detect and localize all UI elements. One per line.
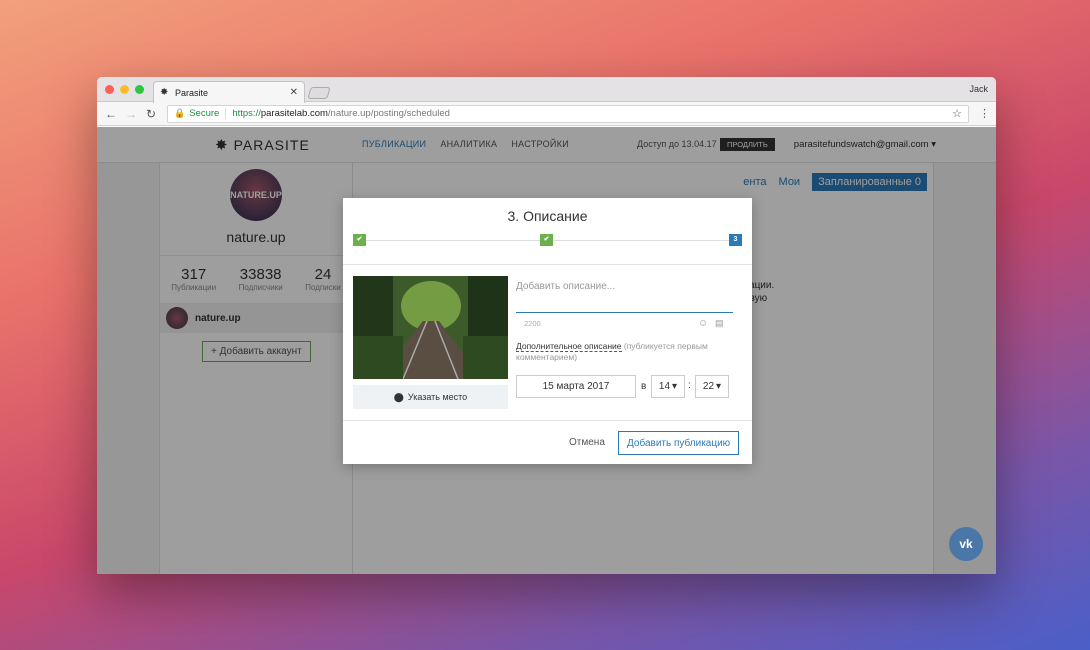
add-location-label: Указать место xyxy=(407,392,468,402)
hour-value: 14 xyxy=(658,381,671,392)
minute-select[interactable]: 22 ▾ xyxy=(695,375,729,398)
add-location-button[interactable]: ⬤ Указать место xyxy=(353,385,508,409)
description-input[interactable] xyxy=(516,278,733,313)
emoji-icon[interactable]: ☺ xyxy=(698,318,708,329)
minute-value: 22 xyxy=(702,381,715,392)
url-path: /nature.up/posting/scheduled xyxy=(327,108,450,119)
secure-label: Secure xyxy=(189,108,227,119)
template-doc-icon[interactable]: ▤ xyxy=(715,318,724,329)
minimize-window-button[interactable] xyxy=(120,85,129,94)
chevron-down-icon: ▾ xyxy=(672,381,678,392)
browser-tab[interactable]: ✸ Parasite ✕ xyxy=(153,81,305,103)
step-progress: ✔ ✔ 3 xyxy=(353,234,742,246)
reload-icon[interactable]: ↻ xyxy=(143,107,159,121)
window-controls xyxy=(105,85,144,94)
modal-title: 3. Описание xyxy=(507,208,588,224)
tab-close-icon[interactable]: ✕ xyxy=(290,87,298,98)
step-3-indicator: 3 xyxy=(729,234,742,246)
step-2-checkmark-icon[interactable]: ✔ xyxy=(540,234,553,246)
time-colon: : xyxy=(688,380,691,391)
extra-description: Дополнительное описание (публикуется пер… xyxy=(516,341,736,363)
maximize-window-button[interactable] xyxy=(135,85,144,94)
forward-arrow-icon[interactable]: → xyxy=(123,107,139,121)
divider xyxy=(343,420,752,421)
chevron-down-icon: ▾ xyxy=(716,381,722,392)
hour-select[interactable]: 14 ▾ xyxy=(651,375,685,398)
url-host: parasitelab.com xyxy=(260,108,328,119)
step-1-checkmark-icon[interactable]: ✔ xyxy=(353,234,366,246)
lock-icon: 🔒 xyxy=(174,108,186,118)
url-scheme: https:// xyxy=(232,108,261,119)
cancel-button[interactable]: Отмена xyxy=(569,437,605,448)
add-post-button[interactable]: Добавить публикацию xyxy=(618,431,740,455)
location-pin-icon: ⬤ xyxy=(393,391,404,402)
browser-window: ✸ Parasite ✕ Jack ← → ↻ 🔒 Secure https:/… xyxy=(97,77,996,574)
titlebar: ✸ Parasite ✕ Jack xyxy=(97,77,996,103)
vk-icon[interactable]: vk xyxy=(949,527,983,561)
char-counter: 2200 xyxy=(524,319,541,328)
browser-menu-icon[interactable]: ⋮ xyxy=(979,107,990,120)
add-post-modal: 3. Описание ✔ ✔ 3 ⬤ Указать место Добави… xyxy=(343,198,752,464)
back-arrow-icon[interactable]: ← xyxy=(103,107,119,121)
post-photo xyxy=(353,276,508,379)
new-tab-button[interactable] xyxy=(307,87,331,99)
parasite-favicon-icon: ✸ xyxy=(160,86,169,98)
bookmark-star-icon[interactable]: ☆ xyxy=(952,107,962,120)
railway-forest-image xyxy=(353,276,508,379)
divider xyxy=(343,264,752,265)
date-picker[interactable]: 15 марта 2017 xyxy=(516,375,636,398)
tab-title: Parasite xyxy=(175,87,209,98)
address-bar[interactable]: 🔒 Secure https://parasitelab.com/nature.… xyxy=(167,104,969,123)
browser-user[interactable]: Jack xyxy=(969,84,988,94)
at-label: в xyxy=(641,381,647,392)
extra-description-link[interactable]: Дополнительное описание xyxy=(516,341,622,352)
browser-toolbar: ← → ↻ 🔒 Secure https://parasitelab.com/n… xyxy=(97,102,996,126)
close-window-button[interactable] xyxy=(105,85,114,94)
modal-backdrop[interactable]: 3. Описание ✔ ✔ 3 ⬤ Указать место Добави… xyxy=(97,127,996,574)
